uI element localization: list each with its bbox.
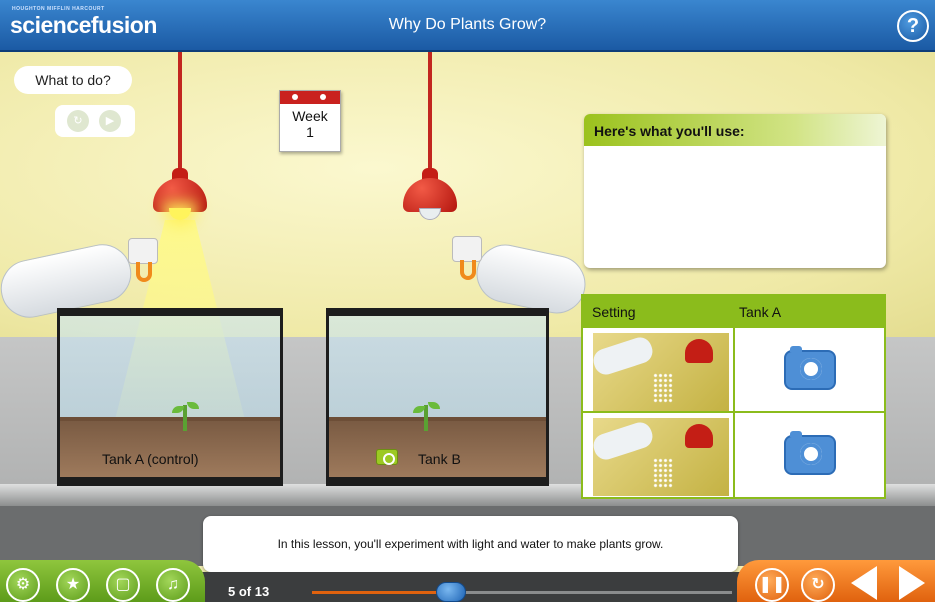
cell-divider: [733, 328, 735, 413]
what-to-do-button[interactable]: What to do?: [14, 66, 132, 94]
tools-icon[interactable]: ⚙: [6, 568, 40, 602]
play-icon[interactable]: ▶: [99, 110, 121, 132]
calendar-ring: [320, 94, 326, 100]
table-row: [583, 326, 884, 413]
column-header-tank-a: Tank A: [739, 304, 782, 320]
lamp-image: [685, 424, 713, 448]
leaf-icon: [428, 402, 440, 409]
spray-and-lamp-image: [593, 418, 729, 496]
leaf-icon: [187, 402, 199, 409]
tank-b[interactable]: Tank B: [326, 308, 549, 486]
help-button[interactable]: ?: [897, 10, 929, 42]
column-header-setting: Setting: [592, 304, 636, 320]
lamp-image: [685, 339, 713, 363]
progress-fill: [312, 591, 451, 594]
tank-soil: [329, 417, 546, 477]
table-row: [583, 411, 884, 498]
calendar-week-number: 1: [306, 124, 314, 140]
sprout-icon: [183, 405, 187, 431]
water-spray-image: [653, 373, 673, 403]
replay-icon[interactable]: ↻: [67, 110, 89, 132]
bottle-image: [593, 334, 656, 378]
camera-button[interactable]: [784, 431, 836, 475]
table-header: Setting Tank A: [583, 296, 884, 326]
audio-icon[interactable]: ♫: [156, 568, 190, 602]
sprout-icon: [424, 405, 428, 431]
app-header: HOUGHTON MIFFLIN HARCOURT sciencefusion …: [0, 0, 935, 52]
progress-slider-handle[interactable]: [435, 582, 466, 602]
lamp-cord-b: [428, 52, 432, 170]
lamp-cord-a: [178, 52, 182, 170]
tank-a[interactable]: Tank A (control): [57, 308, 283, 486]
spray-and-lamp-image: [593, 333, 729, 411]
tank-soil: [60, 417, 280, 477]
camera-button[interactable]: [784, 346, 836, 390]
calendar-header: [280, 91, 340, 104]
bottle-trigger: [460, 260, 476, 280]
progress-track[interactable]: [312, 591, 732, 594]
tank-base: [326, 477, 549, 486]
materials-panel: Here's what you'll use:: [584, 114, 886, 268]
back-arrow-icon[interactable]: [851, 566, 877, 600]
page-title: Why Do Plants Grow?: [388, 16, 547, 33]
week-calendar: Week 1: [279, 90, 341, 152]
results-table: Setting Tank A: [581, 294, 886, 499]
bottle-trigger: [136, 262, 152, 282]
lamp-shade: [403, 178, 457, 212]
bottle-nozzle: [452, 236, 482, 262]
media-controls: ↻ ▶: [55, 105, 135, 137]
cell-divider: [733, 413, 735, 498]
tank-b-label: Tank B: [418, 451, 461, 467]
bottle-image: [593, 419, 656, 463]
pause-icon[interactable]: ❚❚: [755, 568, 789, 602]
next-arrow-icon[interactable]: [899, 566, 925, 600]
activity-icon[interactable]: ★: [56, 568, 90, 602]
chat-icon[interactable]: ▢: [106, 568, 140, 602]
tank-base: [57, 477, 283, 486]
lesson-caption: In this lesson, you'll experiment with l…: [203, 516, 738, 572]
lamp-a[interactable]: [153, 168, 207, 220]
tank-a-label: Tank A (control): [102, 451, 199, 467]
calendar-ring: [292, 94, 298, 100]
camera-icon[interactable]: [376, 449, 398, 465]
page-indicator: 5 of 13: [228, 584, 270, 599]
water-spray-image: [653, 458, 673, 488]
bottle-nozzle: [128, 238, 158, 264]
calendar-week-label: Week: [292, 108, 328, 124]
restart-icon[interactable]: ↻: [801, 568, 835, 602]
materials-title: Here's what you'll use:: [584, 114, 886, 146]
lamp-b[interactable]: [403, 168, 457, 220]
left-toolbar: ⚙ ★ ▢ ♫: [0, 560, 205, 602]
lamp-shade: [153, 178, 207, 212]
